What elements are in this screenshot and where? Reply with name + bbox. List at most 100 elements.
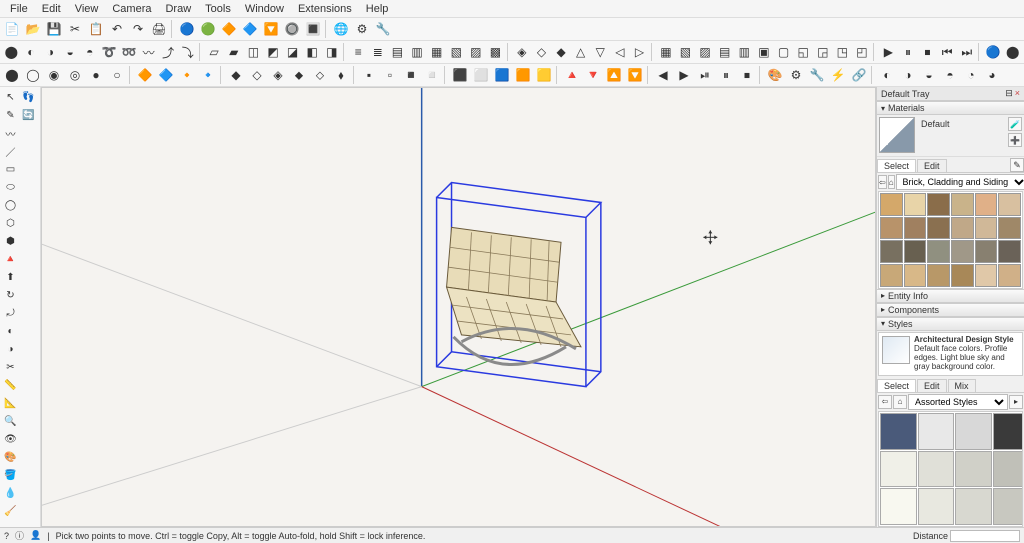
toolbar-button[interactable]: ◐	[22, 42, 41, 62]
tool-button[interactable]: ／	[2, 143, 19, 160]
tool-button[interactable]: 〰	[2, 125, 19, 142]
toolbar-button[interactable]: ⬦	[310, 65, 330, 85]
toolbar-button[interactable]: ≡	[349, 42, 368, 62]
material-swatch[interactable]	[904, 240, 927, 263]
distance-input[interactable]	[950, 530, 1020, 542]
toolbar-button[interactable]: ◓	[80, 42, 99, 62]
toolbar-button[interactable]: ◈	[268, 65, 288, 85]
toolbar-button[interactable]: ⏸	[716, 65, 736, 85]
menu-view[interactable]: View	[69, 2, 105, 16]
toolbar-button[interactable]: 🔹	[198, 65, 218, 85]
menu-window[interactable]: Window	[239, 2, 290, 16]
toolbar-button[interactable]: ◆	[226, 65, 246, 85]
toolbar-button[interactable]: ◯	[23, 65, 43, 85]
tray-pin-icon[interactable]: ⊟	[1005, 88, 1013, 99]
tool-button[interactable]: ⬡	[2, 215, 19, 232]
tab-materials-edit[interactable]: Edit	[917, 159, 947, 172]
menu-draw[interactable]: Draw	[159, 2, 197, 16]
tool-button[interactable]: 👣	[20, 89, 37, 106]
toolbar-button[interactable]: 🔻	[583, 65, 603, 85]
material-swatch[interactable]	[880, 264, 903, 287]
style-swatch[interactable]	[955, 451, 992, 488]
toolbar-button[interactable]: ◒	[919, 65, 939, 85]
toolbar-button[interactable]: ✂	[65, 19, 85, 39]
tool-button[interactable]: 📐	[2, 395, 19, 412]
toolbar-button[interactable]: ◱	[794, 42, 813, 62]
material-swatch[interactable]	[880, 217, 903, 240]
material-swatch[interactable]	[975, 264, 998, 287]
toolbar-button[interactable]: ◀	[653, 65, 673, 85]
toolbar-button[interactable]: ⬤	[2, 65, 22, 85]
style-swatch[interactable]	[918, 413, 955, 450]
menu-camera[interactable]: Camera	[106, 2, 157, 16]
toolbar-button[interactable]: 🔽	[625, 65, 645, 85]
toolbar-button[interactable]: ▣	[755, 42, 774, 62]
styles-home-icon[interactable]: ⌂	[893, 395, 907, 409]
toolbar-button[interactable]: 🔷	[240, 19, 260, 39]
tool-button[interactable]: ◑	[2, 341, 19, 358]
toolbar-button[interactable]: ⏭	[957, 42, 976, 62]
toolbar-button[interactable]: ◲	[813, 42, 832, 62]
style-swatch[interactable]	[880, 413, 917, 450]
toolbar-button[interactable]: ▪	[359, 65, 379, 85]
toolbar-button[interactable]: ⬧	[331, 65, 351, 85]
toolbar-button[interactable]: ⏮	[938, 42, 957, 62]
toolbar-button[interactable]: ⚡	[828, 65, 848, 85]
material-picker-icon[interactable]: 🧪	[1008, 117, 1022, 131]
toolbar-button[interactable]: ▤	[715, 42, 734, 62]
tool-button[interactable]: ◯	[2, 197, 19, 214]
tool-button[interactable]: 🎨	[2, 449, 19, 466]
toolbar-button[interactable]: 📋	[86, 19, 106, 39]
tool-button[interactable]: ⬆	[2, 269, 19, 286]
toolbar-button[interactable]: △	[571, 42, 590, 62]
toolbar-button[interactable]: ◓	[940, 65, 960, 85]
toolbar-button[interactable]: 🔺	[562, 65, 582, 85]
material-swatch[interactable]	[927, 264, 950, 287]
tool-button[interactable]: 🪣	[2, 467, 19, 484]
toolbar-button[interactable]: ◨	[323, 42, 342, 62]
toolbar-button[interactable]: ◕	[982, 65, 1002, 85]
tool-button[interactable]: 🔍	[2, 413, 19, 430]
toolbar-button[interactable]: ◽	[422, 65, 442, 85]
viewport[interactable]	[41, 87, 876, 527]
toolbar-button[interactable]: ▢	[774, 42, 793, 62]
toolbar-button[interactable]: ⚙	[786, 65, 806, 85]
home-icon[interactable]: ⌂	[888, 175, 895, 189]
toolbar-button[interactable]: ▨	[696, 42, 715, 62]
toolbar-button[interactable]: ▶	[674, 65, 694, 85]
eyedropper-icon[interactable]: ✎	[1010, 158, 1024, 172]
menu-tools[interactable]: Tools	[199, 2, 237, 16]
toolbar-button[interactable]: ▤	[388, 42, 407, 62]
toolbar-button[interactable]: ◇	[532, 42, 551, 62]
toolbar-button[interactable]: 📂	[23, 19, 43, 39]
current-material-swatch[interactable]	[879, 117, 915, 153]
tool-button[interactable]: ✎	[2, 107, 19, 124]
tab-styles-select[interactable]: Select	[877, 379, 916, 392]
material-swatch[interactable]	[927, 240, 950, 263]
toolbar-button[interactable]: 〰	[139, 42, 158, 62]
toolbar-button[interactable]: ⏸	[899, 42, 918, 62]
toolbar-button[interactable]: ▧	[447, 42, 466, 62]
toolbar-button[interactable]: 🔽	[261, 19, 281, 39]
toolbar-button[interactable]: 📄	[2, 19, 22, 39]
material-create-icon[interactable]: ➕	[1008, 133, 1022, 147]
toolbar-button[interactable]: 🔳	[303, 19, 323, 39]
tab-materials-select[interactable]: Select	[877, 159, 916, 172]
styles-details-icon[interactable]: ▸	[1009, 395, 1023, 409]
toolbar-button[interactable]: ●	[86, 65, 106, 85]
menu-file[interactable]: File	[4, 2, 34, 16]
toolbar-button[interactable]: ◳	[833, 42, 852, 62]
material-swatch[interactable]	[998, 240, 1021, 263]
toolbar-button[interactable]: ◇	[247, 65, 267, 85]
toolbar-button[interactable]: ⬛	[450, 65, 470, 85]
material-swatch[interactable]	[998, 193, 1021, 216]
toolbar-button[interactable]: ▧	[676, 42, 695, 62]
style-swatch[interactable]	[918, 488, 955, 525]
toolbar-button[interactable]: 🔶	[135, 65, 155, 85]
panel-materials-header[interactable]: Materials	[877, 101, 1024, 115]
material-swatch[interactable]	[951, 240, 974, 263]
toolbar-button[interactable]: 🔵	[177, 19, 197, 39]
material-swatch[interactable]	[880, 193, 903, 216]
toolbar-button[interactable]: ➿	[120, 42, 139, 62]
material-swatch[interactable]	[951, 264, 974, 287]
